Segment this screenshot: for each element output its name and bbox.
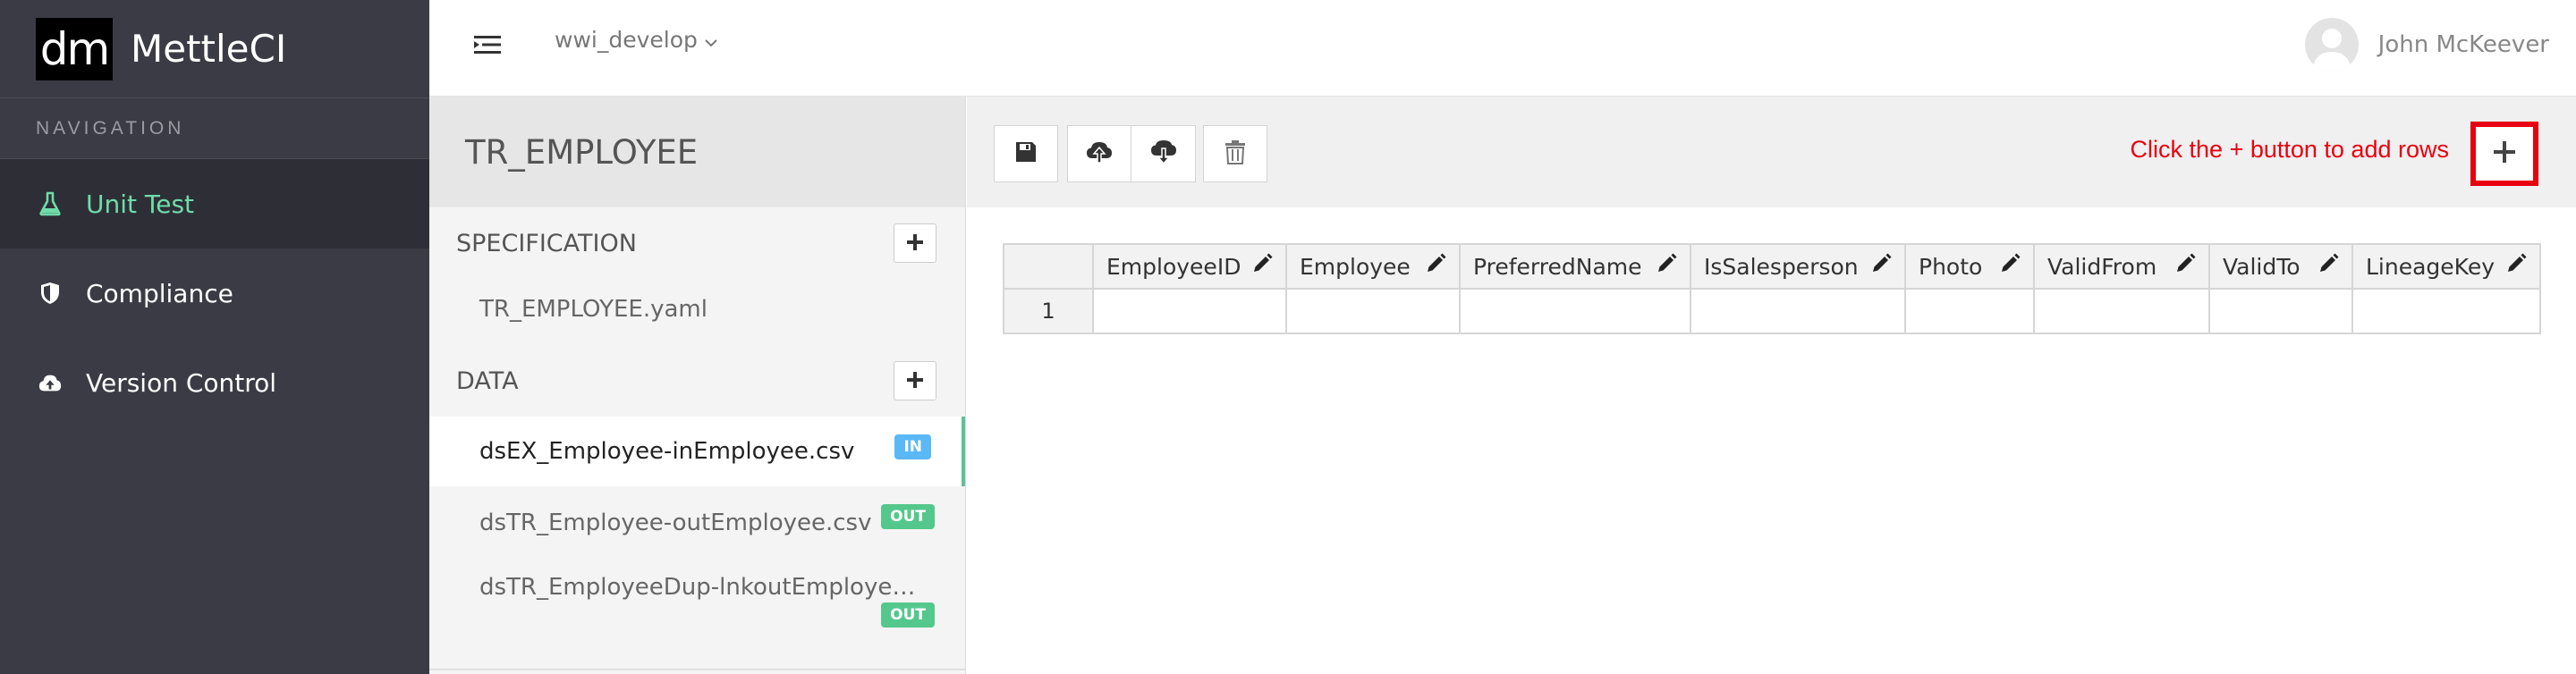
column-name: IsSalesperson — [1704, 253, 1859, 280]
delete-button[interactable] — [1203, 125, 1267, 182]
pencil-icon[interactable] — [1870, 253, 1892, 280]
pencil-icon[interactable] — [2505, 253, 2527, 280]
branch-name: wwi_develop — [555, 27, 698, 53]
column-name: Employee — [1300, 253, 1411, 280]
nav-item-label: Unit Test — [86, 189, 195, 219]
column-header[interactable]: ValidFrom — [2033, 243, 2210, 290]
sidebar: dm MettleCI NAVIGATION Unit Test Complia… — [0, 0, 429, 674]
app-name: MettleCI — [131, 27, 287, 71]
save-group — [994, 125, 1058, 182]
status-badge: IN — [894, 434, 931, 459]
data-grid: EmployeeID Employee PreferredName IsSale… — [1003, 243, 2541, 334]
table-row: 1 — [1003, 288, 2541, 334]
column-name: ValidFrom — [2047, 253, 2157, 280]
job-title: TR_EMPLOYEE — [429, 97, 965, 207]
grid-cell[interactable] — [1459, 288, 1691, 334]
save-icon — [1014, 140, 1038, 168]
file-name: dsTR_EmployeeDup-lnkoutEmployeeDup.csv — [479, 574, 918, 601]
column-header[interactable]: Employee — [1285, 243, 1461, 290]
grid-cell[interactable] — [2351, 288, 2541, 334]
plus-icon — [906, 230, 924, 257]
menu-indent-icon — [474, 34, 501, 60]
file-name: dsEX_Employee-inEmployee.csv — [479, 438, 855, 465]
row-number: 1 — [1003, 288, 1094, 334]
grid-header-row: EmployeeID Employee PreferredName IsSale… — [1003, 243, 2541, 290]
column-name: Photo — [1919, 253, 1983, 280]
plus-icon — [906, 367, 924, 395]
nav-header: NAVIGATION — [0, 98, 429, 159]
top-bar: wwi_develop John McKeever — [429, 0, 2576, 97]
pencil-icon[interactable] — [1999, 253, 2021, 280]
nav-item-label: Version Control — [86, 367, 277, 398]
column-name: LineageKey — [2366, 253, 2495, 280]
nav-item-label: Compliance — [86, 278, 233, 308]
delete-group — [1203, 125, 1267, 182]
download-button[interactable] — [1131, 125, 1196, 182]
file-name: TR_EMPLOYEE.yaml — [479, 296, 708, 323]
nav-item-unit-test[interactable]: Unit Test — [0, 159, 429, 249]
brand[interactable]: dm MettleCI — [0, 0, 429, 98]
shield-icon — [38, 281, 63, 306]
grid-cell[interactable] — [2208, 288, 2353, 334]
save-button[interactable] — [994, 125, 1058, 182]
user-menu[interactable]: John McKeever — [2304, 18, 2549, 72]
file-transfer-group — [1067, 125, 1196, 182]
data-file-item[interactable]: dsTR_EmployeeDup-lnkoutEmployeeDup.csv O… — [429, 560, 965, 635]
column-header[interactable]: IsSalesperson — [1690, 243, 1906, 290]
nav-item-compliance[interactable]: Compliance — [0, 249, 429, 338]
file-panel: TR_EMPLOYEE SPECIFICATION TR_EMPLOYEE.ya… — [429, 97, 966, 674]
specification-file-item[interactable]: TR_EMPLOYEE.yaml — [429, 279, 965, 340]
pencil-icon[interactable] — [1251, 253, 1273, 280]
section-label: DATA — [456, 366, 519, 395]
branch-selector[interactable]: wwi_develop — [555, 27, 717, 53]
trash-icon — [1224, 139, 1246, 169]
grid-cell[interactable] — [1904, 288, 2035, 334]
grid-cell[interactable] — [2033, 288, 2210, 334]
column-name: EmployeeID — [1106, 253, 1241, 280]
upload-button[interactable] — [1067, 125, 1131, 182]
pencil-icon[interactable] — [2174, 253, 2196, 280]
cloud-upload-icon — [38, 370, 63, 395]
column-header[interactable]: Photo — [1904, 243, 2035, 290]
column-header[interactable]: EmployeeID — [1092, 243, 1287, 290]
download-icon — [1149, 139, 1178, 169]
pencil-icon[interactable] — [2318, 253, 2339, 280]
divider — [429, 669, 966, 670]
plus-icon — [2493, 140, 2516, 168]
column-header[interactable]: ValidTo — [2208, 243, 2353, 290]
status-badge: OUT — [881, 602, 935, 628]
toolbar: Click the + button to add rows — [967, 97, 2576, 207]
data-file-item[interactable]: dsTR_Employee-outEmployee.csv OUT — [429, 486, 965, 560]
upload-icon — [1085, 140, 1114, 168]
menu-toggle-button[interactable] — [465, 29, 510, 64]
flask-icon — [38, 191, 63, 216]
chevron-down-icon — [705, 27, 717, 53]
grid-cell[interactable] — [1092, 288, 1287, 334]
pencil-icon[interactable] — [1656, 253, 1677, 280]
data-file-item[interactable]: dsEX_Employee-inEmployee.csv IN — [429, 417, 965, 486]
file-name: dsTR_Employee-outEmployee.csv — [479, 510, 872, 536]
specification-section-header: SPECIFICATION — [429, 207, 965, 279]
pencil-icon[interactable] — [1425, 253, 1446, 280]
column-header[interactable]: LineageKey — [2351, 243, 2541, 290]
column-header[interactable]: PreferredName — [1459, 243, 1691, 290]
main-content: Click the + button to add rows EmployeeI… — [967, 97, 2576, 674]
section-label: SPECIFICATION — [456, 229, 637, 257]
add-data-button[interactable] — [894, 361, 936, 400]
app-logo: dm — [36, 17, 113, 80]
user-name: John McKeever — [2377, 31, 2549, 58]
data-section-header: DATA — [429, 345, 965, 417]
avatar — [2304, 18, 2359, 72]
row-number-header — [1003, 243, 1094, 290]
column-name: ValidTo — [2223, 253, 2301, 280]
nav-item-version-control[interactable]: Version Control — [0, 338, 429, 427]
add-specification-button[interactable] — [894, 223, 936, 263]
add-row-button[interactable] — [2470, 122, 2538, 186]
add-rows-hint: Click the + button to add rows — [2130, 136, 2449, 163]
status-badge: OUT — [881, 504, 935, 529]
column-name: PreferredName — [1473, 253, 1642, 280]
grid-cell[interactable] — [1285, 288, 1461, 334]
grid-cell[interactable] — [1690, 288, 1906, 334]
